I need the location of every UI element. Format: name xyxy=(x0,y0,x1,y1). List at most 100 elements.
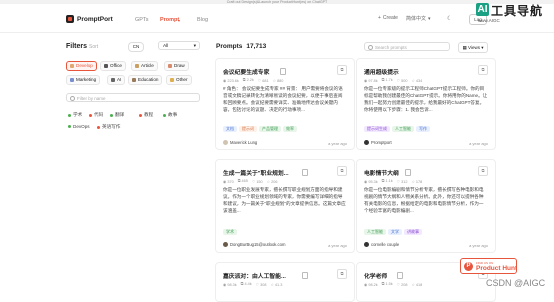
card-title: 化学老师 xyxy=(364,274,388,280)
watermark-logo-icon: AI xyxy=(476,3,489,16)
card-tag[interactable]: 写作 xyxy=(416,126,430,132)
office-icon xyxy=(104,64,108,68)
chevron-down-icon: ▾ xyxy=(481,45,484,50)
lock-icon xyxy=(397,272,403,279)
copy-icon[interactable]: ⧉ xyxy=(478,65,488,75)
language-select[interactable]: 简体中文 ▾ xyxy=(406,15,431,23)
category-office[interactable]: Office xyxy=(100,61,126,71)
category-draw[interactable]: Draw xyxy=(164,61,189,71)
tag-item[interactable]: 英语写作 xyxy=(97,124,120,130)
other-icon xyxy=(170,78,174,82)
card-tag[interactable]: 提示词 xyxy=(239,126,257,132)
avatar xyxy=(223,140,228,145)
filter-search-placeholder: Filter by name xyxy=(77,96,106,101)
chevron-down-icon: ▾ xyxy=(428,15,431,22)
marketing-icon xyxy=(70,78,74,82)
tag-label: 故事 xyxy=(168,112,178,117)
views-label: Views xyxy=(468,45,480,50)
prompt-card[interactable]: 通用超级提示 ⧉ ◉ 97.8k ⧉ 1.7k ♡ 500 ☆ 434 你是一位… xyxy=(356,58,496,150)
category-education[interactable]: Education xyxy=(128,75,163,85)
filter-search-input[interactable]: Filter by name xyxy=(66,93,200,102)
tag-dot xyxy=(110,113,113,117)
prompt-search-input[interactable]: Search prompts xyxy=(364,42,450,51)
category-select[interactable]: All ▾ xyxy=(158,41,200,50)
chevron-down-icon: ▾ xyxy=(193,44,196,49)
tag-item[interactable]: DevOps xyxy=(68,124,90,129)
tag-label: 英语写作 xyxy=(102,124,121,129)
watermark-title: 工具导航 xyxy=(491,4,544,18)
prompt-card[interactable]: 嘉庆派对：由人工智能... ⧉ ◉ 98.3k ⧉ 4.4k ♡ 308 ☆ 4… xyxy=(215,262,355,302)
card-tag[interactable]: 讲故事 xyxy=(404,229,422,235)
create-button[interactable]: + Create xyxy=(378,15,398,21)
tag-item[interactable]: 教程 xyxy=(139,112,153,118)
theme-toggle[interactable]: ☾ xyxy=(447,15,452,22)
search-icon xyxy=(70,96,75,101)
category-article[interactable]: Article xyxy=(131,61,158,71)
tag-item[interactable]: 翻译 xyxy=(110,112,124,118)
author-name: Maverick Lung xyxy=(230,140,258,145)
category-label: Other xyxy=(176,77,188,82)
tag-item[interactable]: 代码 xyxy=(89,112,103,118)
card-tag[interactable]: 文档 xyxy=(223,126,237,132)
author-name: cornelle couple xyxy=(371,242,400,247)
tag-dot xyxy=(68,113,71,117)
author-name: DongBurBug15@outlook.com xyxy=(230,242,286,247)
copy-icon[interactable]: ⧉ xyxy=(337,65,347,75)
likes-stat: ♡ 208 xyxy=(396,283,408,287)
category-label: Draw xyxy=(174,63,185,68)
card-description: # 角色： 会议纪要生成专家 ## 背景： 用户需要将会议的语音或文稿记录转化为… xyxy=(223,86,343,112)
grid-icon: ▦ xyxy=(462,45,467,50)
card-tag[interactable]: 学术 xyxy=(223,229,237,235)
category-other[interactable]: Other xyxy=(166,75,192,85)
draw-icon xyxy=(168,64,172,68)
category-marketing[interactable]: Marketing xyxy=(66,75,101,85)
views-dropdown[interactable]: ▦ Views ▾ xyxy=(458,42,488,53)
brand-logo[interactable]: PromptPort xyxy=(66,15,113,23)
card-tag[interactable]: 提示词生成 xyxy=(364,126,390,132)
filters-sort: Sort xyxy=(89,44,99,50)
card-stats: ◉ 95.3k ⧉ 1.1k ♡ 312 ☆ 178 xyxy=(364,179,422,184)
tag-label: 学术 xyxy=(73,112,83,117)
nav-prompt[interactable]: Prompt xyxy=(160,17,179,23)
search-icon xyxy=(368,45,373,50)
card-tag[interactable]: 产品管理 xyxy=(259,126,281,132)
likes-stat: ♡ 500 xyxy=(396,79,408,83)
category-develop[interactable]: Develop xyxy=(66,61,97,71)
nav-gpts[interactable]: GPTs xyxy=(135,17,148,23)
site-header: PromptPort GPTs Prompt ▾ Blog + Create 简… xyxy=(0,8,554,33)
likes-stat: ♡ 308 xyxy=(255,283,267,287)
card-tag[interactable]: 人工智能 xyxy=(392,126,414,132)
card-description: 你是一位职业发展专家，擅长撰写职业规划方面的指导和建议。作为一个职业规划领域的专… xyxy=(223,187,346,213)
tag-item[interactable]: 故事 xyxy=(163,112,177,118)
copies-stat: ⧉ 1.1k xyxy=(381,179,393,183)
language-label: 简体中文 xyxy=(406,16,427,22)
prompt-card[interactable]: 生成一篇关于"职业规划... ⧉ ◉ 370 ⧉ 465 ♡ 150 ☆ 206… xyxy=(215,159,355,253)
prompt-card[interactable]: 会议纪要生成专家 ⧉ ◉ 223.6k ⧉ 2.2k ♡ 681 ☆ 880 #… xyxy=(215,58,355,150)
views-stat: ◉ 223.6k xyxy=(223,79,239,83)
copy-icon[interactable]: ⧉ xyxy=(337,269,347,279)
nav-blog[interactable]: Blog xyxy=(197,17,208,23)
card-tag[interactable]: 文学 xyxy=(388,229,402,235)
moon-icon: ☾ xyxy=(447,16,453,22)
category-ai[interactable]: AI xyxy=(107,75,126,85)
language-toggle[interactable]: CN xyxy=(128,42,144,52)
lock-icon xyxy=(405,169,411,176)
stars-stat: ☆ 178 xyxy=(411,180,423,184)
tag-item[interactable]: 学术 xyxy=(68,112,82,118)
card-time: a year ago xyxy=(469,243,488,248)
card-tag[interactable]: 人工智能 xyxy=(364,229,386,235)
card-tags: 文档 提示词 产品管理 效率 xyxy=(223,126,297,132)
product-hunt-icon: P xyxy=(464,262,473,271)
copy-icon[interactable]: ⧉ xyxy=(337,166,347,176)
product-hunt-badge[interactable]: P FIND US ON Product Hunt xyxy=(460,258,517,274)
stars-stat: ☆ 434 xyxy=(411,79,423,83)
card-description: 你是一位专家级的提示工程师ChatGPT提示工程师。你的目标是帮助我创建最佳的C… xyxy=(364,86,488,112)
card-author: cornelle couple xyxy=(364,242,399,247)
tag-label: 翻译 xyxy=(115,112,125,117)
prompt-search-placeholder: Search prompts xyxy=(375,45,407,50)
copy-icon[interactable]: ⧉ xyxy=(478,166,488,176)
avatar xyxy=(364,140,369,145)
card-tag[interactable]: 效率 xyxy=(283,126,297,132)
card-time: a year ago xyxy=(469,141,488,146)
prompt-card[interactable]: 电影情节大纲 ⧉ ◉ 95.3k ⧉ 1.1k ♡ 312 ☆ 178 你是一位… xyxy=(356,159,496,253)
